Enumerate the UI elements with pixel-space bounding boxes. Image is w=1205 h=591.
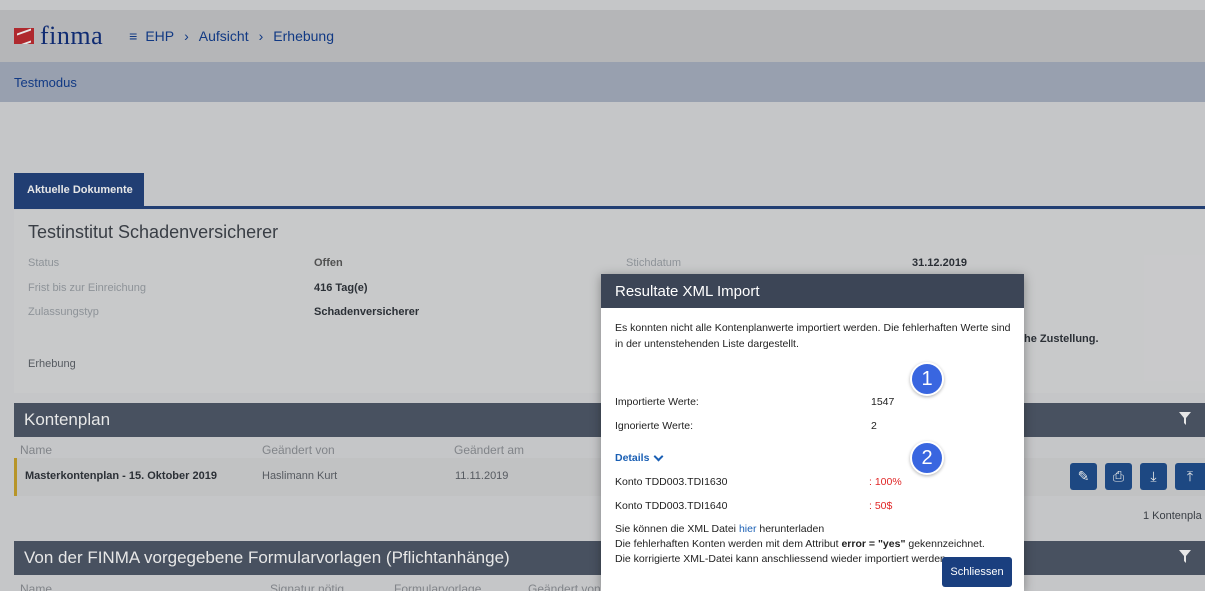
ignored-values-count: 2 xyxy=(871,420,877,432)
error-value-2: : 50$ xyxy=(869,500,893,512)
attribute-text-bold: error = "yes" xyxy=(841,538,906,550)
dialog-header: Resultate XML Import xyxy=(601,274,1024,308)
dialog-title: Resultate XML Import xyxy=(615,282,760,300)
imported-values-label: Importierte Werte: xyxy=(615,396,699,408)
attribute-text-post: gekennzeichnet. xyxy=(905,538,985,550)
xml-import-result-dialog: Resultate XML Import Es konnten nicht al… xyxy=(601,274,1024,591)
callout-badge-1: 1 xyxy=(910,362,944,396)
download-text-pre: Sie können die XML Datei xyxy=(615,523,739,535)
callout-badge-2: 2 xyxy=(910,441,944,475)
details-label: Details xyxy=(615,452,650,464)
ignored-values-label: Ignorierte Werte: xyxy=(615,420,694,432)
download-link[interactable]: hier xyxy=(739,523,757,535)
chevron-down-icon xyxy=(653,451,664,461)
dialog-intro-text: Es konnten nicht alle Kontenplanwerte im… xyxy=(615,322,1011,350)
download-text-post: herunterladen xyxy=(756,523,825,535)
dialog-body: Es konnten nicht alle Kontenplanwerte im… xyxy=(601,308,1024,565)
attribute-text-pre: Die fehlerhaften Konten werden mit dem A… xyxy=(615,538,842,550)
error-account-2: Konto TDD003.TDI1640 xyxy=(615,500,728,512)
error-value-1: : 100% xyxy=(869,476,902,488)
imported-values-count: 1547 xyxy=(871,396,895,408)
error-account-1: Konto TDD003.TDI1630 xyxy=(615,476,728,488)
details-toggle[interactable]: Details xyxy=(615,450,664,466)
close-button[interactable]: Schliessen xyxy=(942,557,1012,587)
